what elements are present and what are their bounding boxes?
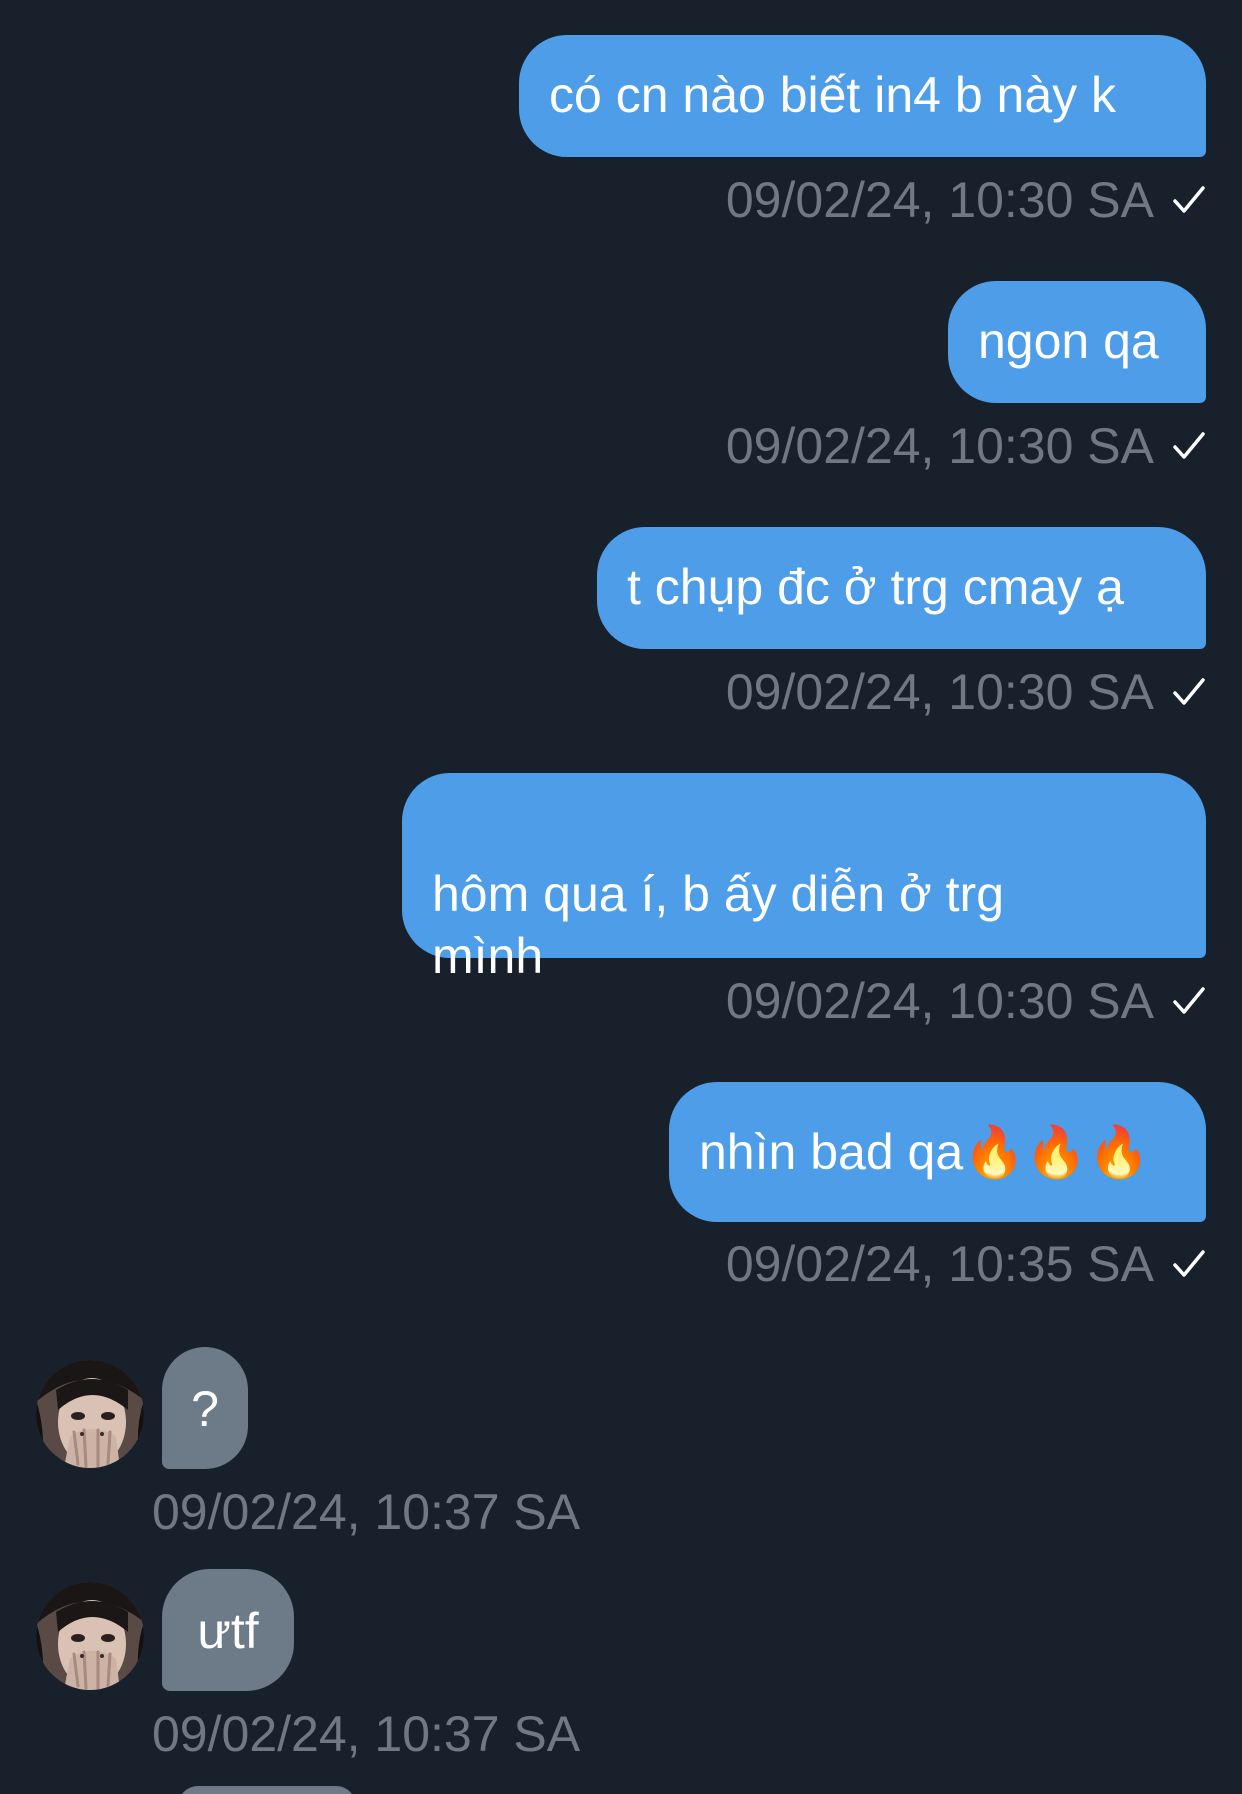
avatar-image	[36, 1360, 144, 1468]
message-timestamp: 09/02/24, 10:30 SA	[725, 664, 1154, 720]
message-timestamp-row: 09/02/24, 10:37 SA	[152, 1482, 580, 1542]
checkmark-icon	[1173, 432, 1205, 459]
message-text: t chụp đc ở trg cmay ạ	[627, 559, 1124, 615]
message-text: có cn nào biết in4 b này k	[549, 67, 1117, 123]
outgoing-message-bubble[interactable]: nhìn bad qa🔥🔥🔥	[669, 1082, 1206, 1222]
message-text: ưtf	[197, 1603, 259, 1659]
message-timestamp: 09/02/24, 10:30 SA	[725, 973, 1154, 1029]
checkmark-icon	[1173, 186, 1205, 213]
message-timestamp: 09/02/24, 10:35 SA	[725, 1236, 1154, 1292]
outgoing-message-bubble[interactable]: ngon qa	[948, 281, 1206, 403]
message-timestamp: 09/02/24, 10:30 SA	[725, 172, 1154, 228]
outgoing-message-bubble[interactable]: có cn nào biết in4 b này k	[519, 35, 1206, 157]
avatar[interactable]	[36, 1360, 144, 1468]
message-timestamp-row: 09/02/24, 10:30 SA	[726, 416, 1206, 476]
chat-thread: có cn nào biết in4 b này k 09/02/24, 10:…	[0, 0, 1242, 1794]
checkmark-icon	[1173, 987, 1205, 1014]
message-text: ngon qa	[978, 313, 1159, 369]
avatar-image	[36, 1582, 144, 1690]
message-text: nhìn bad qa🔥🔥🔥	[699, 1124, 1150, 1180]
incoming-message-bubble[interactable]: ưtf	[162, 1569, 294, 1691]
outgoing-message-bubble[interactable]: hôm qua í, b ấy diễn ở trg mình	[402, 773, 1206, 984]
message-text: hôm qua í, b ấy diễn ở trg mình	[432, 866, 1004, 984]
avatar[interactable]	[36, 1582, 144, 1690]
checkmark-icon	[1173, 1250, 1205, 1277]
incoming-message-bubble[interactable]: ?	[162, 1347, 248, 1469]
message-timestamp-row: 09/02/24, 10:30 SA	[726, 662, 1206, 722]
checkmark-icon	[1173, 678, 1205, 705]
message-timestamp: 09/02/24, 10:37 SA	[152, 1706, 581, 1762]
incoming-message-bubble-partial[interactable]	[178, 1786, 356, 1794]
message-text: ?	[191, 1381, 219, 1437]
outgoing-message-bubble[interactable]: t chụp đc ở trg cmay ạ	[597, 527, 1206, 649]
message-timestamp-row: 09/02/24, 10:30 SA	[726, 971, 1206, 1031]
message-timestamp-row: 09/02/24, 10:35 SA	[726, 1234, 1206, 1294]
message-timestamp: 09/02/24, 10:30 SA	[725, 418, 1154, 474]
message-timestamp-row: 09/02/24, 10:30 SA	[726, 170, 1206, 230]
message-timestamp-row: 09/02/24, 10:37 SA	[152, 1704, 580, 1764]
message-timestamp: 09/02/24, 10:37 SA	[152, 1484, 581, 1540]
